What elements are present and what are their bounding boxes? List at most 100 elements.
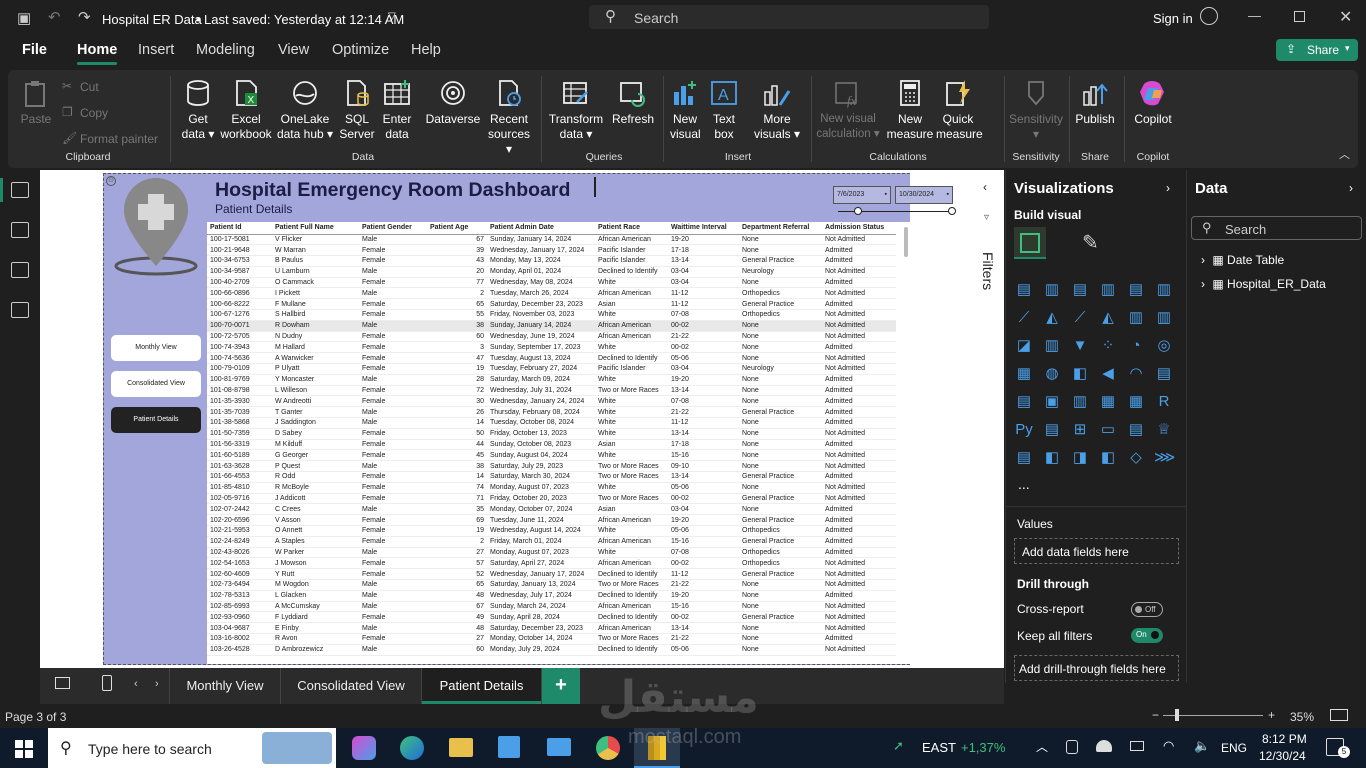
table-row[interactable]: 101-35-3930 W Andreotti Female 30 Wednesday,… [207, 395, 896, 408]
refresh-button[interactable]: Refresh [610, 78, 656, 127]
copy-button[interactable]: Copy [80, 106, 108, 120]
table-row[interactable]: 100-70-0071 R Dowham Male 38 Sunday, January… [207, 320, 896, 332]
desktop-layout-icon[interactable] [55, 677, 70, 689]
table-scrollbar[interactable] [904, 227, 908, 257]
table-row[interactable]: 100-34-6753 B Paulus Female 43 Monday, May 1… [207, 255, 896, 267]
pie-visual-icon[interactable]: ◔ [1126, 336, 1146, 356]
table-row[interactable]: 101-60-5189 G Georger Female 45 Sunday, Augu… [207, 449, 896, 462]
custom-c-visual-icon[interactable]: ⋙ [1154, 448, 1175, 468]
edge-icon[interactable] [400, 736, 424, 760]
table-row[interactable]: 102-73-6494 M Wogdon Male 65 Saturday, Janua… [207, 579, 896, 591]
meet-icon[interactable] [1066, 740, 1078, 754]
gauge-visual-icon[interactable]: ◠ [1126, 364, 1146, 384]
sign-in-link[interactable]: Sign in [1153, 11, 1193, 26]
power-automate-visual-icon[interactable]: ◨ [1070, 448, 1090, 468]
add-page-button[interactable]: + [542, 668, 580, 704]
enter-data-button[interactable]: Enter data [379, 78, 415, 142]
redo-icon[interactable]: ↷ [78, 8, 91, 26]
table-row[interactable]: 102-43-8026 W Parker Male 27 Monday, August … [207, 547, 896, 559]
tab-patient-details[interactable]: Patient Details [422, 668, 542, 704]
date-to-input[interactable]: 10/30/2024 ▪ [895, 186, 953, 204]
donut-visual-icon[interactable]: ◎ [1154, 336, 1174, 356]
report-view-icon[interactable] [11, 182, 29, 198]
new-visual-button[interactable]: New visual [670, 78, 701, 142]
table-row[interactable]: 101-66-4553 R Odd Female 14 Saturday, March … [207, 471, 896, 483]
chevron-down-icon[interactable]: ▽ [388, 11, 396, 22]
table-row[interactable]: 100-72-5705 N Dudny Female 60 Wednesday, Jun… [207, 331, 896, 343]
table-column-header[interactable]: Admission Status [822, 222, 896, 235]
patient-details-table[interactable]: Patient Id Patient Full Name Patient Gende… [207, 222, 910, 664]
more-visuals-button[interactable]: More visuals ▾ [748, 78, 806, 142]
slicer-visual-icon[interactable]: ▥ [1070, 392, 1090, 412]
table-column-header[interactable]: Patient Full Name [272, 222, 359, 235]
sql-server-button[interactable]: SQL Server [339, 78, 375, 142]
zoom-slider-thumb[interactable] [1175, 709, 1179, 721]
clustered-bar-visual-icon[interactable]: ▤ [1070, 280, 1090, 300]
cross-report-toggle[interactable]: Off [1131, 602, 1163, 617]
copilot-taskbar-icon[interactable] [352, 736, 376, 760]
python-visual-visual-icon[interactable]: Py [1014, 420, 1034, 440]
ticker-name[interactable]: EAST [922, 740, 956, 755]
table-row[interactable]: 100-81-9769 Y Moncaster Male 28 Saturday, Ma… [207, 374, 896, 386]
table-row[interactable]: 103-26-4528 D Ambrozewicz Male 60 Monday, Ju… [207, 644, 896, 656]
battery-icon[interactable] [1130, 741, 1144, 751]
waterfall-visual-icon[interactable]: ▥ [1154, 308, 1174, 328]
table-row[interactable]: 100-21-9648 W Marran Female 39 Wednesday, Ja… [207, 244, 896, 257]
table-row[interactable]: 102-20-6596 V Asson Female 69 Tuesday, June … [207, 514, 896, 527]
collapse-ribbon-icon[interactable]: ︿ [1339, 146, 1350, 162]
data-search-input[interactable]: ⚲ Search [1191, 216, 1362, 240]
menu-optimize[interactable]: Optimize [332, 42, 389, 58]
custom-a-visual-icon[interactable]: ◧ [1098, 448, 1118, 468]
table-row[interactable]: 100-74-3943 M Hallard Female 3 Sunday, Septe… [207, 341, 896, 354]
share-button[interactable]: ⇪ Share ▾ [1276, 39, 1358, 61]
minimize-icon[interactable]: — [1248, 8, 1261, 23]
get-data-button[interactable]: Get data ▾ [180, 78, 216, 142]
maximize-icon[interactable] [1294, 11, 1305, 22]
collapse-icon[interactable]: › [1349, 181, 1353, 195]
custom-b-visual-icon[interactable]: ◇ [1126, 448, 1146, 468]
undo-icon[interactable]: ↶ [48, 8, 61, 26]
table-row[interactable]: 101-35-7039 T Ganter Male 26 Thursday, Febru… [207, 406, 896, 419]
consolidated-view-button[interactable]: Consolidated View [111, 371, 201, 397]
table-row[interactable]: 101-08-8798 L Willeson Female 72 Wednesday, … [207, 385, 896, 397]
table-row[interactable]: 101-50-7359 D Sabey Female 50 Friday, Octobe… [207, 428, 896, 440]
menu-modeling[interactable]: Modeling [196, 42, 255, 58]
table-view-icon[interactable] [11, 222, 29, 238]
table-column-header[interactable]: Department Referral [739, 222, 822, 235]
build-visual-tab[interactable] [1014, 227, 1046, 259]
table-row[interactable]: 102-85-6993 A McCumskay Male 67 Sunday, Marc… [207, 601, 896, 613]
table-row[interactable]: 103-16-8002 R Avon Female 27 Monday, October… [207, 633, 896, 645]
mail-icon[interactable] [547, 738, 571, 756]
close-icon[interactable]: ✕ [1339, 7, 1352, 27]
funnel-visual-icon[interactable]: ◪ [1014, 336, 1034, 356]
store-icon[interactable] [498, 736, 520, 758]
table-column-header[interactable]: Patient Race [595, 222, 668, 235]
table-row[interactable]: 102-60-4609 Y Rutt Female 52 Wednesday, Janu… [207, 568, 896, 580]
table-row[interactable]: 100-17-5081 V Flicker Male 67 Sunday, Januar… [207, 234, 896, 246]
clustered-column-visual-icon[interactable]: ▥ [1098, 280, 1118, 300]
next-page-icon[interactable]: › [155, 678, 159, 690]
map-visual-icon[interactable]: ◍ [1042, 364, 1062, 384]
scatter-2-visual-icon[interactable]: ⁘ [1098, 336, 1118, 356]
transform-data-button[interactable]: Transform data ▾ [548, 78, 604, 142]
quick-measure-button[interactable]: Quick measure [936, 78, 983, 142]
table-hospital-er-data[interactable]: › ▦ Hospital_ER_Data [1201, 277, 1326, 291]
matrix-visual-icon[interactable]: ▦ [1126, 392, 1146, 412]
table-row[interactable]: 100-66-0896 I Pickett Male 2 Tuesday, March … [207, 287, 896, 300]
key-influencers-visual-icon[interactable]: ▤ [1042, 420, 1062, 440]
100-bar-visual-icon[interactable]: ▤ [1126, 280, 1146, 300]
menu-view[interactable]: View [278, 42, 309, 58]
table-column-header[interactable]: Patient Age [427, 222, 487, 235]
format-painter-button[interactable]: Format painter [80, 132, 158, 146]
patient-details-button[interactable]: Patient Details [111, 407, 201, 433]
filled-map-visual-icon[interactable]: ◧ [1070, 364, 1090, 384]
chrome-icon[interactable] [596, 736, 620, 760]
clock-date[interactable]: 12/30/24 [1259, 749, 1306, 763]
monthly-view-button[interactable]: Monthly View [111, 335, 201, 361]
table-row[interactable]: 102-93-0960 F Lyddiard Female 49 Sunday, Apr… [207, 611, 896, 624]
tab-consolidated-view[interactable]: Consolidated View [281, 668, 422, 704]
paste-button[interactable]: Paste [20, 78, 52, 127]
table-column-header[interactable]: Patient Id [207, 222, 272, 235]
menu-file[interactable]: File [22, 42, 47, 58]
network-icon[interactable]: ◠ [1163, 738, 1174, 754]
